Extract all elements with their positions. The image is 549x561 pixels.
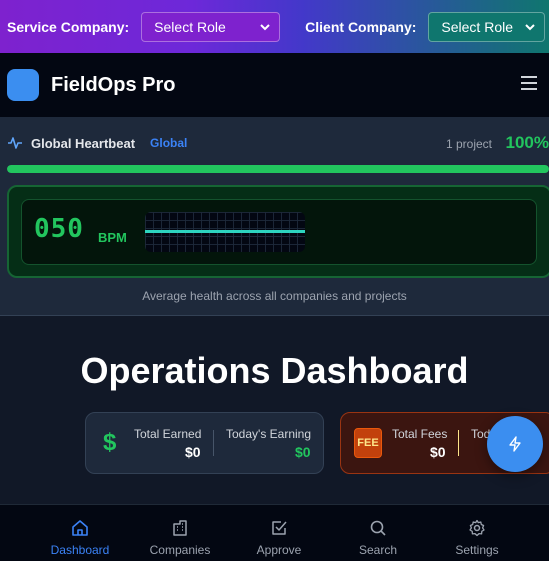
total-earned-label: Total Earned	[134, 427, 202, 441]
bpm-value: 050	[34, 214, 84, 244]
health-percent: 100%	[505, 133, 549, 152]
nav-label-settings: Settings	[455, 543, 499, 557]
heartbeat-scope-tag: Global	[150, 136, 188, 150]
client-company-label: Client Company:	[305, 18, 417, 35]
client-role-select-value: Select Role	[441, 18, 513, 35]
nav-label-dashboard: Dashboard	[50, 543, 110, 557]
card-divider	[213, 430, 214, 456]
global-heartbeat-panel: Global Heartbeat Global 1 project 100% 0…	[0, 117, 549, 316]
waveform-line	[145, 230, 305, 233]
app-header: FieldOps Pro	[0, 53, 549, 117]
nav-item-dashboard[interactable]: Dashboard	[35, 505, 125, 561]
earnings-card[interactable]: $ Total Earned $0 Today's Earning $0	[85, 412, 324, 474]
nav-item-approve[interactable]: Approve	[234, 505, 324, 561]
nav-item-settings[interactable]: Settings	[432, 505, 522, 561]
chevron-down-icon	[260, 23, 270, 30]
pulse-icon	[8, 137, 22, 149]
heartbeat-caption: Average health across all companies and …	[142, 289, 407, 303]
heartbeat-header: Global Heartbeat Global	[7, 135, 187, 151]
client-role-select[interactable]: Select Role	[428, 11, 546, 42]
chevron-down-icon	[525, 23, 536, 30]
todays-earning-value: $0	[295, 444, 311, 460]
role-bar: Service Company: Select Role Client Comp…	[0, 0, 549, 53]
todays-earning-label: Today's Earning	[226, 427, 312, 441]
app-title: FieldOps Pro	[51, 73, 176, 96]
menu-icon[interactable]	[521, 76, 537, 90]
health-progress-bar	[7, 165, 549, 173]
quick-action-button[interactable]	[487, 416, 543, 472]
service-company-label: Service Company:	[7, 18, 130, 35]
app-logo	[7, 69, 39, 101]
nav-label-companies: Companies	[149, 543, 211, 557]
check-square-icon	[272, 521, 287, 535]
service-role-select-value: Select Role	[154, 18, 226, 35]
bottom-nav: Dashboard Companies Approve Search Setti…	[0, 504, 549, 561]
nav-label-approve: Approve	[256, 543, 302, 557]
building-icon	[173, 520, 187, 536]
bpm-unit: BPM	[98, 230, 127, 245]
nav-item-companies[interactable]: Companies	[135, 505, 225, 561]
total-fees-value: $0	[430, 444, 446, 460]
lightning-icon	[509, 436, 521, 452]
page-title: Operations Dashboard	[80, 350, 469, 391]
heartbeat-monitor: 050 BPM	[7, 185, 549, 278]
project-count: 1 project	[445, 137, 492, 151]
service-role-select[interactable]: Select Role	[141, 11, 281, 42]
heartbeat-monitor-screen: 050 BPM	[21, 199, 537, 265]
nav-item-search[interactable]: Search	[333, 505, 423, 561]
heartbeat-title: Global Heartbeat	[31, 135, 136, 151]
total-fees-label: Total Fees	[392, 427, 448, 441]
gear-icon	[469, 519, 485, 537]
home-icon	[72, 520, 88, 536]
dollar-icon: $	[103, 429, 117, 456]
search-icon	[370, 520, 386, 536]
heartbeat-waveform	[145, 212, 305, 252]
total-earned-value: $0	[185, 444, 201, 460]
fee-icon: FEE	[354, 428, 382, 458]
nav-label-search: Search	[358, 543, 398, 557]
health-progress-fill	[7, 165, 549, 173]
card-divider	[458, 430, 459, 456]
